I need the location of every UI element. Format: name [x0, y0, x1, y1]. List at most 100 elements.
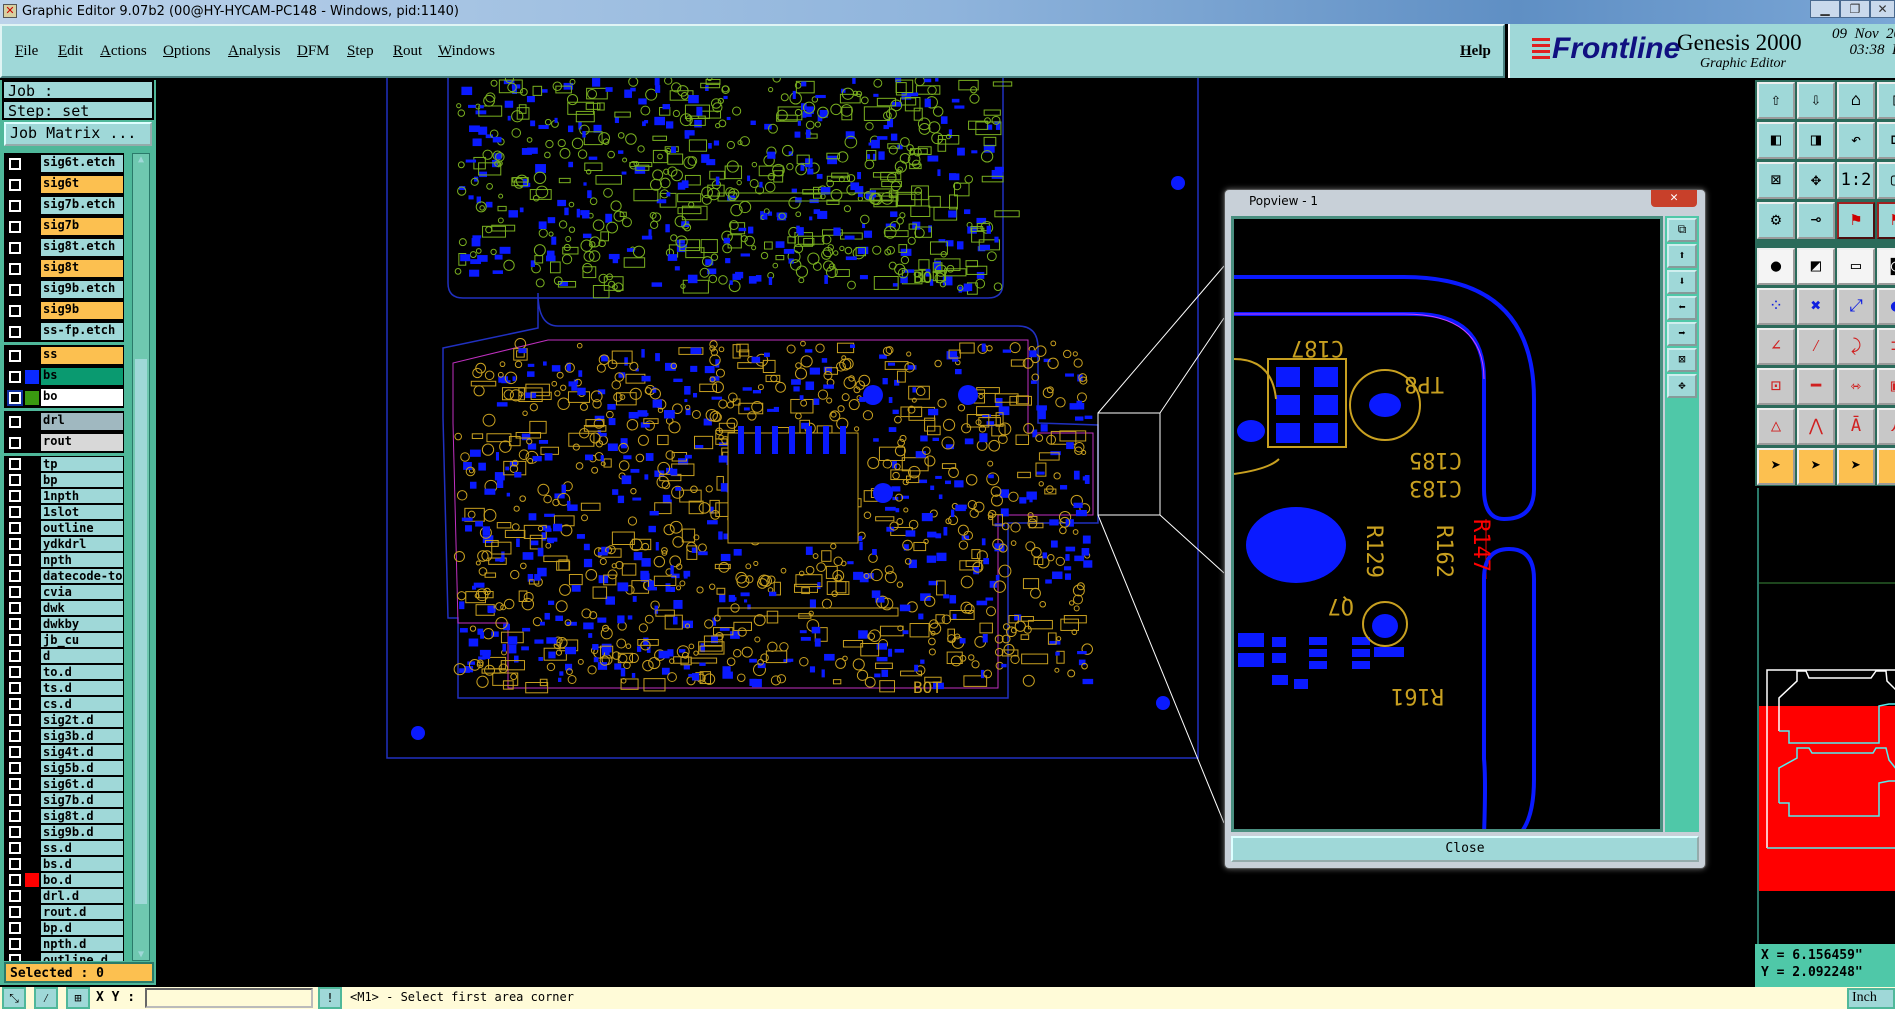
tool-button-icon[interactable]: ⚙	[1757, 202, 1795, 239]
tool-button-icon[interactable]: ▣	[1877, 368, 1895, 405]
layer-checkbox[interactable]	[9, 178, 21, 191]
menu-actions[interactable]: Actions	[100, 43, 147, 60]
layer-row[interactable]: outline.d	[4, 952, 124, 961]
layer-row[interactable]: rout.d	[4, 904, 124, 920]
layer-row[interactable]: sig6t	[4, 174, 124, 195]
tool-button-icon[interactable]: ⊏	[1877, 122, 1895, 159]
layer-row[interactable]: cvia	[4, 584, 124, 600]
menu-edit[interactable]: Edit	[58, 43, 83, 60]
layer-row[interactable]: to.d	[4, 664, 124, 680]
layer-checkbox[interactable]	[9, 874, 21, 886]
layer-row[interactable]: 1npth	[4, 488, 124, 504]
tool-button-icon[interactable]: ⊠	[1757, 162, 1795, 199]
zoom-in-icon[interactable]: ⊠	[1667, 348, 1697, 372]
tool-button-icon[interactable]: ▭	[1837, 248, 1875, 285]
layer-row[interactable]: sig6t.etch	[4, 153, 124, 174]
tool-button-icon[interactable]: ⊐	[1877, 328, 1895, 365]
tool-button-icon[interactable]: ◨	[1797, 122, 1835, 159]
tool-button-icon[interactable]: △	[1757, 408, 1795, 445]
tool-button-icon[interactable]: ●	[1757, 248, 1795, 285]
layer-row[interactable]: jb_cu	[4, 632, 124, 648]
tool-button-icon[interactable]: 1:2	[1837, 162, 1875, 199]
layer-checkbox[interactable]	[9, 714, 21, 726]
menu-file[interactable]: File	[15, 43, 38, 60]
layer-row[interactable]: bs.d	[4, 856, 124, 872]
xy-input[interactable]	[145, 988, 313, 1008]
layer-checkbox[interactable]	[9, 325, 21, 338]
layer-checkbox[interactable]	[9, 220, 21, 233]
layer-row[interactable]: sig7b.d	[4, 792, 124, 808]
tool-button-icon[interactable]: ⋮	[1877, 448, 1895, 485]
popview-close-button[interactable]: Close	[1231, 836, 1699, 862]
layer-row[interactable]: ss-fp.etch	[4, 321, 124, 342]
popview-tool-icon[interactable]: ⧉	[1667, 218, 1697, 242]
layer-row[interactable]: cs.d	[4, 696, 124, 712]
snap-icon[interactable]: ⁄	[34, 987, 58, 1009]
layer-checkbox[interactable]	[9, 810, 21, 822]
tool-button-icon[interactable]: ⊸	[1797, 202, 1835, 239]
layer-row[interactable]: outline	[4, 520, 124, 536]
alert-icon[interactable]: !	[318, 987, 342, 1009]
layer-row[interactable]: sig6t.d	[4, 776, 124, 792]
zoom-out-icon[interactable]: ✥	[1667, 374, 1697, 398]
menu-help[interactable]: Help	[1460, 43, 1491, 60]
layer-checkbox[interactable]	[7, 389, 23, 406]
tool-button-icon[interactable]: ◩	[1797, 248, 1835, 285]
layer-checkbox[interactable]	[9, 682, 21, 694]
grid-icon[interactable]: ⊞	[66, 987, 90, 1009]
tool-button-icon[interactable]: ⤢	[1837, 288, 1875, 325]
overview-map[interactable]	[1757, 488, 1895, 944]
layer-checkbox[interactable]	[9, 922, 21, 934]
tool-button-icon[interactable]: ⌂	[1837, 82, 1875, 119]
layer-checkbox[interactable]	[9, 746, 21, 758]
layer-checkbox[interactable]	[9, 199, 21, 212]
layer-checkbox[interactable]	[9, 283, 21, 296]
popview-close-x[interactable]: ✕	[1651, 190, 1697, 207]
tool-button-icon[interactable]: ↶	[1837, 122, 1875, 159]
layer-checkbox[interactable]	[9, 554, 21, 566]
layer-row[interactable]: sig9b	[4, 300, 124, 321]
layer-checkbox[interactable]	[9, 730, 21, 742]
layer-row[interactable]: sig3b.d	[4, 728, 124, 744]
tool-button-icon[interactable]: ✖	[1797, 288, 1835, 325]
layer-checkbox[interactable]	[9, 570, 21, 582]
layer-row[interactable]: sig9b.etch	[4, 279, 124, 300]
menu-windows[interactable]: Windows	[438, 43, 495, 60]
layer-row[interactable]: drl.d	[4, 888, 124, 904]
layer-scrollbar[interactable]: ▲ ▼	[132, 153, 150, 961]
layer-checkbox[interactable]	[9, 157, 21, 170]
menu-options[interactable]: Options	[163, 43, 211, 60]
layer-checkbox[interactable]	[9, 666, 21, 678]
layer-checkbox[interactable]	[9, 634, 21, 646]
layer-row[interactable]: bp	[4, 472, 124, 488]
tool-button-icon[interactable]: ●	[1877, 288, 1895, 325]
layer-checkbox[interactable]	[9, 490, 21, 502]
close-window-button[interactable]: ✕	[1870, 0, 1895, 18]
tool-button-icon[interactable]: ━	[1797, 368, 1835, 405]
tool-button-icon[interactable]: ⋏	[1877, 408, 1895, 445]
layer-row[interactable]: tp	[4, 456, 124, 472]
maximize-button[interactable]: ❐	[1840, 0, 1870, 18]
layer-checkbox[interactable]	[9, 602, 21, 614]
layer-checkbox[interactable]	[9, 262, 21, 275]
tool-button-icon[interactable]: ✥	[1797, 162, 1835, 199]
layer-checkbox[interactable]	[9, 826, 21, 838]
layer-checkbox[interactable]	[9, 538, 21, 550]
layer-row[interactable]: ss.d	[4, 840, 124, 856]
layer-checkbox[interactable]	[9, 938, 21, 950]
layer-checkbox[interactable]	[9, 698, 21, 710]
tool-button-icon[interactable]: ◙	[1877, 248, 1895, 285]
tool-button-icon[interactable]: ⁘	[1757, 288, 1795, 325]
layer-checkbox[interactable]	[9, 436, 21, 449]
layer-row[interactable]: sig7b	[4, 216, 124, 237]
layer-row[interactable]: datecode-to	[4, 568, 124, 584]
units-button[interactable]: Inch	[1847, 988, 1895, 1009]
layer-checkbox[interactable]	[9, 304, 21, 317]
popview-canvas[interactable]: C187 TP8 C185 C183 R129 R162 R147 Q7 R16…	[1231, 216, 1663, 832]
layer-checkbox[interactable]	[9, 506, 21, 518]
layer-checkbox[interactable]	[9, 415, 21, 428]
menu-analysis[interactable]: Analysis	[228, 43, 281, 60]
menu-step[interactable]: Step	[347, 43, 374, 60]
tool-button-icon[interactable]: ⇿	[1837, 368, 1875, 405]
layer-row[interactable]: sig4t.d	[4, 744, 124, 760]
